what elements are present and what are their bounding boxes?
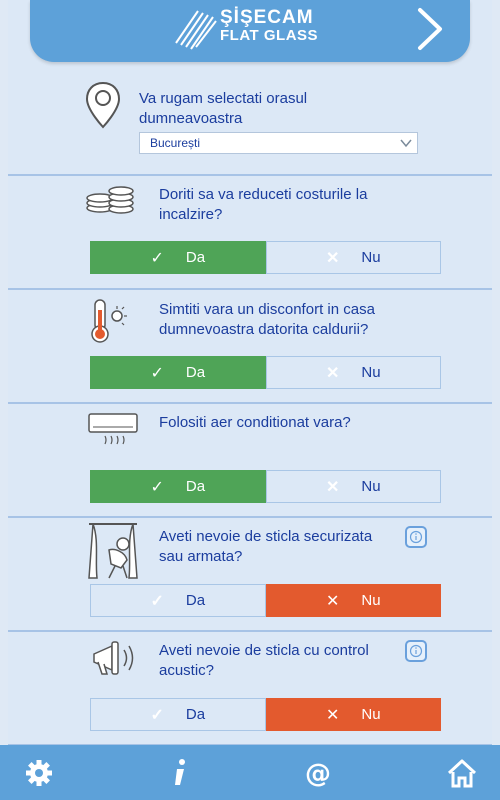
close-icon: ✕ xyxy=(325,592,340,610)
coins-icon xyxy=(86,186,134,214)
toggle-security-glass: ✓ Da ✕ Nu xyxy=(90,584,441,617)
yes-option[interactable]: ✓ Da xyxy=(90,241,266,274)
info-badge[interactable] xyxy=(405,526,427,548)
yes-option[interactable]: ✓ Da xyxy=(90,698,266,731)
city-prompt: Va rugam selectati orasul dumneavoastra xyxy=(139,90,308,127)
question-text: Aveti nevoie de sticla securizata sau ar… xyxy=(159,528,373,565)
yes-option[interactable]: ✓ Da xyxy=(90,470,266,503)
close-icon: ✕ xyxy=(325,706,340,724)
home-button[interactable] xyxy=(446,757,478,789)
no-label: Nu xyxy=(361,706,381,723)
logo-line-2: FLAT GLASS xyxy=(220,27,319,44)
check-icon: ✓ xyxy=(150,249,164,267)
next-button[interactable] xyxy=(410,4,450,54)
no-label: Nu xyxy=(361,249,381,266)
city-select[interactable]: București xyxy=(139,132,418,154)
no-label: Nu xyxy=(361,364,381,381)
no-option[interactable]: ✕ Nu xyxy=(265,584,441,617)
city-select-value: București xyxy=(150,136,201,150)
check-icon: ✓ xyxy=(150,364,164,382)
contact-button[interactable]: @ xyxy=(302,757,334,789)
city-section: Va rugam selectati orasul dumneavoastra xyxy=(8,62,492,176)
logo-mark-icon xyxy=(175,10,217,50)
info-button[interactable] xyxy=(164,757,196,789)
app-header: ŞİŞECAM FLAT GLASS xyxy=(0,0,500,62)
air-conditioner-icon xyxy=(88,413,138,445)
yes-label: Da xyxy=(185,478,206,495)
yes-option[interactable]: ✓ Da xyxy=(90,584,266,617)
close-icon: ✕ xyxy=(325,364,340,382)
toggle-heating: ✓ Da ✕ Nu xyxy=(90,241,441,274)
yes-label: Da xyxy=(185,364,206,381)
no-option[interactable]: ✕ Nu xyxy=(265,698,441,731)
bottom-toolbar: @ xyxy=(0,745,500,800)
logo-line-1: ŞİŞECAM xyxy=(220,7,314,28)
settings-button[interactable] xyxy=(23,757,55,789)
toggle-air-conditioning: ✓ Da ✕ Nu xyxy=(90,470,441,503)
yes-option[interactable]: ✓ Da xyxy=(90,356,266,389)
yes-label: Da xyxy=(185,249,206,266)
question-text: Simtiti vara un disconfort in casa dumne… xyxy=(159,301,375,338)
svg-text:@: @ xyxy=(305,759,331,788)
no-option[interactable]: ✕ Nu xyxy=(265,241,441,274)
megaphone-icon xyxy=(93,641,134,675)
check-icon: ✓ xyxy=(150,706,164,724)
check-icon: ✓ xyxy=(150,478,164,496)
location-pin-icon xyxy=(85,81,121,129)
yes-label: Da xyxy=(185,706,206,723)
chevron-down-icon xyxy=(400,139,412,148)
toggle-acoustic-glass: ✓ Da ✕ Nu xyxy=(90,698,441,731)
close-icon: ✕ xyxy=(325,478,340,496)
toggle-heat-discomfort: ✓ Da ✕ Nu xyxy=(90,356,441,389)
yes-label: Da xyxy=(185,592,206,609)
gear-icon xyxy=(26,760,52,786)
question-text: Aveti nevoie de sticla cu control acusti… xyxy=(159,642,369,679)
question-text: Folositi aer conditionat vara? xyxy=(159,414,351,431)
at-icon: @ xyxy=(305,759,331,788)
check-icon: ✓ xyxy=(150,592,164,610)
info-circle-icon xyxy=(409,644,423,658)
info-circle-icon xyxy=(409,530,423,544)
close-icon: ✕ xyxy=(325,249,340,267)
burglar-window-icon xyxy=(88,523,138,579)
info-badge[interactable] xyxy=(405,640,427,662)
chevron-right-icon xyxy=(418,8,442,50)
no-label: Nu xyxy=(361,478,381,495)
no-label: Nu xyxy=(361,592,381,609)
question-text: Doriti sa va reduceti costurile la incal… xyxy=(159,186,368,223)
no-option[interactable]: ✕ Nu xyxy=(265,470,441,503)
info-icon xyxy=(175,759,185,785)
home-icon xyxy=(447,759,477,788)
thermometer-sun-icon xyxy=(91,299,127,343)
no-option[interactable]: ✕ Nu xyxy=(265,356,441,389)
sisecam-logo: ŞİŞECAM FLAT GLASS xyxy=(172,7,332,55)
